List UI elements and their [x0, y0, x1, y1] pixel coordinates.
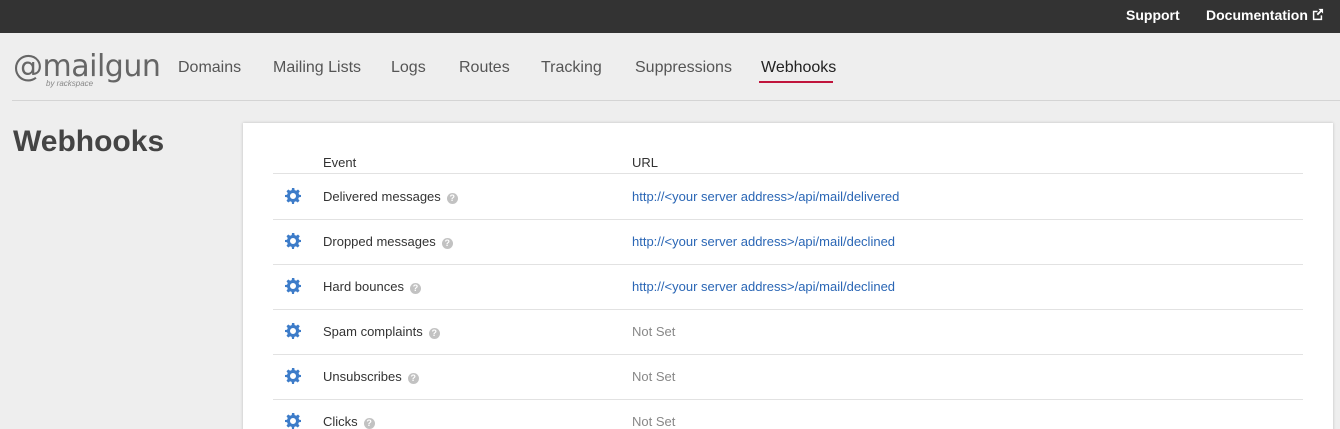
gear-icon[interactable]	[285, 278, 301, 294]
help-icon[interactable]: ?	[441, 238, 453, 249]
event-name: Spam complaints?	[323, 324, 440, 339]
webhook-url-not-set: Not Set	[632, 369, 676, 384]
help-icon[interactable]: ?	[446, 193, 458, 204]
webhook-url-link[interactable]: http://<your server address>/api/mail/de…	[632, 279, 895, 294]
nav-divider	[12, 100, 1340, 101]
webhook-url-not-set: Not Set	[632, 414, 676, 429]
table-row: Unsubscribes? Not Set	[273, 354, 1303, 399]
webhook-url-not-set: Not Set	[632, 324, 676, 339]
nav-routes[interactable]: Routes	[459, 59, 510, 77]
mailgun-logo[interactable]: @mailgun by rackspace	[13, 50, 161, 90]
event-name: Dropped messages?	[323, 234, 453, 249]
event-name: Clicks?	[323, 414, 375, 429]
nav-tracking[interactable]: Tracking	[541, 59, 602, 77]
webhook-url-link[interactable]: http://<your server address>/api/mail/de…	[632, 234, 895, 249]
nav-webhooks[interactable]: Webhooks	[761, 59, 836, 77]
event-label: Delivered messages	[323, 189, 441, 204]
table-row: Hard bounces? http://<your server address…	[273, 264, 1303, 309]
webhooks-card: Event URL Delivered messages? http://<you…	[243, 123, 1333, 429]
table-row: Spam complaints? Not Set	[273, 309, 1303, 354]
help-icon[interactable]: ?	[409, 283, 421, 294]
event-name: Hard bounces?	[323, 279, 421, 294]
active-tab-indicator	[759, 81, 833, 83]
event-name: Delivered messages?	[323, 189, 458, 204]
nav-mailing-lists[interactable]: Mailing Lists	[273, 59, 361, 77]
column-header-event: Event	[323, 155, 357, 170]
webhook-url-link[interactable]: http://<your server address>/api/mail/de…	[632, 189, 899, 204]
gear-icon[interactable]	[285, 323, 301, 339]
help-icon[interactable]: ?	[428, 328, 440, 339]
table-row: Delivered messages? http://<your server a…	[273, 174, 1303, 219]
event-label: Hard bounces	[323, 279, 404, 294]
event-label: Dropped messages	[323, 234, 436, 249]
column-header-url: URL	[632, 155, 659, 170]
nav-suppressions[interactable]: Suppressions	[635, 59, 732, 77]
help-icon[interactable]: ?	[407, 373, 419, 384]
event-name: Unsubscribes?	[323, 369, 419, 384]
gear-icon[interactable]	[285, 413, 301, 429]
table-row: Dropped messages? http://<your server add…	[273, 219, 1303, 264]
table-row: Clicks? Not Set	[273, 399, 1303, 429]
top-bar: Support Documentation	[0, 0, 1340, 33]
help-icon[interactable]: ?	[363, 418, 375, 429]
gear-icon[interactable]	[285, 188, 301, 204]
event-label: Clicks	[323, 414, 358, 429]
external-link-icon	[1312, 8, 1323, 21]
event-label: Unsubscribes	[323, 369, 402, 384]
nav-domains[interactable]: Domains	[178, 59, 241, 77]
page-title: Webhooks	[13, 125, 165, 158]
gear-icon[interactable]	[285, 368, 301, 384]
nav-logs[interactable]: Logs	[391, 59, 426, 77]
documentation-label: Documentation	[1206, 7, 1308, 23]
logo-tagline: by rackspace	[46, 79, 94, 88]
documentation-link[interactable]: Documentation	[1206, 7, 1324, 23]
event-label: Spam complaints	[323, 324, 423, 339]
gear-icon[interactable]	[285, 233, 301, 249]
support-link[interactable]: Support	[1126, 7, 1180, 23]
